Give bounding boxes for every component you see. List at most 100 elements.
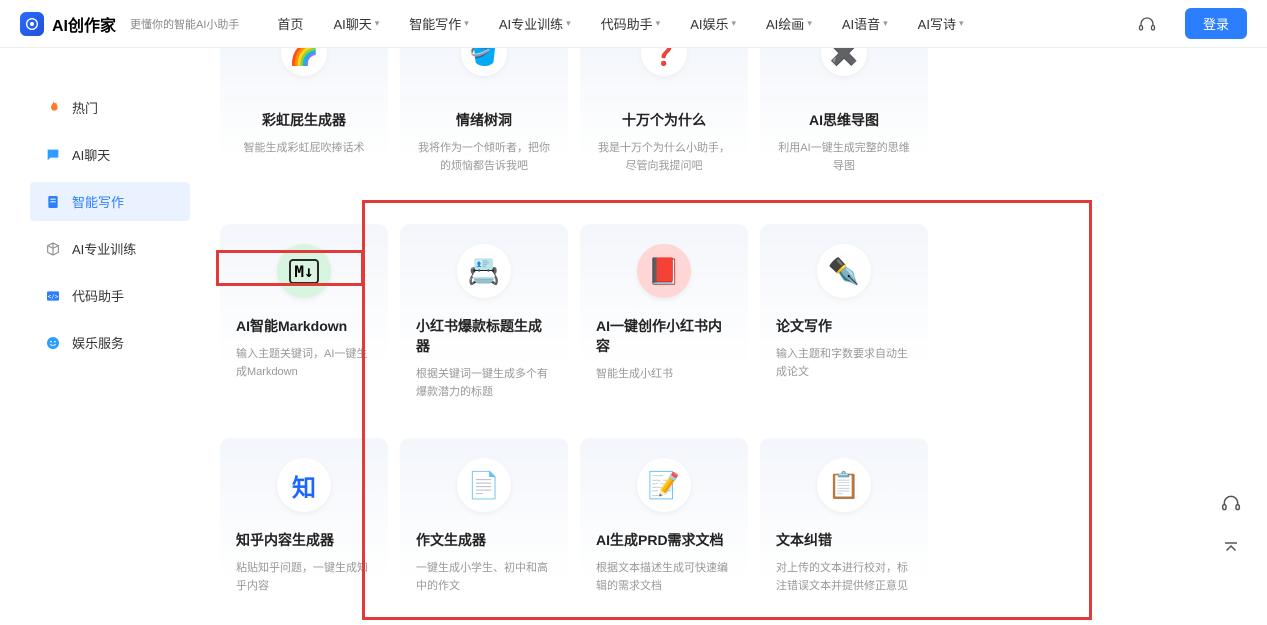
- sidebar: 热门 AI聊天智能写作 AI专业训练 </> 代码助手娱乐服务: [0, 48, 210, 625]
- top-card-3[interactable]: ✖️ AI思维导图利用AI一键生成完整的思维导图: [760, 48, 928, 212]
- nav-item-6[interactable]: AI绘画▾: [766, 14, 812, 33]
- card-title: 彩虹屁生成器: [236, 110, 372, 130]
- sidebar-item-label: 智能写作: [72, 192, 124, 211]
- nav-label: 代码助手: [601, 14, 653, 33]
- float-toolbar: [1215, 487, 1247, 565]
- svg-text:</>: </>: [48, 293, 59, 300]
- login-button[interactable]: 登录: [1185, 8, 1247, 39]
- sidebar-item-label: 娱乐服务: [72, 333, 124, 352]
- card-2[interactable]: 📕 AI一键创作小红书内容智能生成小红书: [580, 224, 748, 426]
- cube-icon: [44, 240, 62, 258]
- card-icon: ❓: [641, 48, 687, 76]
- nav-label: AI娱乐: [690, 14, 728, 33]
- chevron-down-icon: ▾: [731, 18, 736, 29]
- nav-item-4[interactable]: 代码助手▾: [601, 14, 661, 33]
- top-nav: 首页AI聊天▾智能写作▾AI专业训练▾代码助手▾AI娱乐▾AI绘画▾AI语音▾A…: [277, 14, 1129, 33]
- card-icon: ✖️: [821, 48, 867, 76]
- card-title: 作文生成器: [416, 530, 552, 550]
- support-icon[interactable]: [1137, 14, 1157, 34]
- sidebar-item-label: 热门: [72, 98, 98, 117]
- nav-item-0[interactable]: 首页: [277, 14, 303, 33]
- card-title: 论文写作: [776, 316, 912, 336]
- nav-label: AI绘画: [766, 14, 804, 33]
- card-desc: 利用AI一键生成完整的思维导图: [776, 140, 912, 175]
- card-title: 知乎内容生成器: [236, 530, 372, 550]
- sidebar-item-3[interactable]: AI专业训练: [30, 229, 190, 268]
- card-5[interactable]: 📄 作文生成器一键生成小学生、初中和高中的作文: [400, 438, 568, 625]
- card-0[interactable]: M↓AI智能Markdown输入主题关键词，AI一键生成Markdown: [220, 224, 388, 426]
- logo-icon: [20, 12, 44, 36]
- card-icon: 📇: [457, 244, 511, 298]
- sidebar-item-2[interactable]: 智能写作: [30, 182, 190, 221]
- card-icon: 📕: [637, 244, 691, 298]
- sidebar-item-label: 代码助手: [72, 286, 124, 305]
- content-area: 🌈 彩虹屁生成器智能生成彩虹屁吹捧话术 🪣 情绪树洞我将作为一个倾听者，把你的烦恼都告…: [210, 48, 1267, 625]
- nav-item-7[interactable]: AI语音▾: [842, 14, 888, 33]
- chevron-down-icon: ▾: [656, 18, 661, 29]
- top-card-0[interactable]: 🌈 彩虹屁生成器智能生成彩虹屁吹捧话术: [220, 48, 388, 212]
- nav-label: AI写诗: [918, 14, 956, 33]
- card-desc: 智能生成彩虹屁吹捧话术: [236, 140, 372, 158]
- card-desc: 我将作为一个倾听者，把你的烦恼都告诉我吧: [416, 140, 552, 175]
- float-support-icon[interactable]: [1215, 487, 1247, 519]
- top-card-2[interactable]: ❓ 十万个为什么我是十万个为什么小助手，尽管向我提问吧: [580, 48, 748, 212]
- chevron-down-icon: ▾: [464, 18, 469, 29]
- card-icon: ✒️: [817, 244, 871, 298]
- sidebar-item-label: AI聊天: [72, 145, 110, 164]
- card-desc: 输入主题和字数要求自动生成论文: [776, 346, 912, 381]
- card-6[interactable]: 📝 AI生成PRD需求文档根据文本描述生成可快速编辑的需求文档: [580, 438, 748, 625]
- sidebar-item-1[interactable]: AI聊天: [30, 135, 190, 174]
- card-icon: 🪣: [461, 48, 507, 76]
- card-title: 小红书爆款标题生成器: [416, 316, 552, 356]
- card-icon: 📄: [457, 458, 511, 512]
- card-title: 情绪树洞: [416, 110, 552, 130]
- card-7[interactable]: 📋 文本纠错对上传的文本进行校对，标注错误文本并提供修正意见: [760, 438, 928, 625]
- sidebar-item-4[interactable]: </> 代码助手: [30, 276, 190, 315]
- card-icon: 知: [277, 458, 331, 512]
- fire-icon: [44, 99, 62, 117]
- nav-label: AI聊天: [333, 14, 371, 33]
- header: AI创作家 更懂你的智能AI小助手 首页AI聊天▾智能写作▾AI专业训练▾代码助…: [0, 0, 1267, 48]
- card-1[interactable]: 📇 小红书爆款标题生成器根据关键词一键生成多个有爆款潜力的标题: [400, 224, 568, 426]
- scroll-top-icon[interactable]: [1215, 533, 1247, 565]
- card-desc: 一键生成小学生、初中和高中的作文: [416, 560, 552, 595]
- card-icon: 📋: [817, 458, 871, 512]
- chevron-down-icon: ▾: [566, 18, 571, 29]
- card-desc: 粘贴知乎问题，一键生成知乎内容: [236, 560, 372, 595]
- card-desc: 根据关键词一键生成多个有爆款潜力的标题: [416, 366, 552, 401]
- card-title: 文本纠错: [776, 530, 912, 550]
- card-4[interactable]: 知知乎内容生成器粘贴知乎问题，一键生成知乎内容: [220, 438, 388, 625]
- card-title: AI生成PRD需求文档: [596, 530, 732, 550]
- logo-text: AI创作家: [52, 12, 116, 36]
- chevron-down-icon: ▾: [959, 18, 964, 29]
- chat-icon: [44, 146, 62, 164]
- nav-item-3[interactable]: AI专业训练▾: [499, 14, 571, 33]
- card-title: AI思维导图: [776, 110, 912, 130]
- card-title: AI一键创作小红书内容: [596, 316, 732, 356]
- code-icon: </>: [44, 287, 62, 305]
- nav-item-1[interactable]: AI聊天▾: [333, 14, 379, 33]
- card-title: 十万个为什么: [596, 110, 732, 130]
- card-desc: 输入主题关键词，AI一键生成Markdown: [236, 346, 372, 381]
- card-desc: 对上传的文本进行校对，标注错误文本并提供修正意见: [776, 560, 912, 595]
- nav-label: AI语音: [842, 14, 880, 33]
- card-icon: 🌈: [281, 48, 327, 76]
- logo-subtitle: 更懂你的智能AI小助手: [130, 16, 239, 32]
- nav-label: 智能写作: [409, 14, 461, 33]
- card-3[interactable]: ✒️ 论文写作输入主题和字数要求自动生成论文: [760, 224, 928, 426]
- nav-item-2[interactable]: 智能写作▾: [409, 14, 469, 33]
- card-icon: M↓: [277, 244, 331, 298]
- top-card-1[interactable]: 🪣 情绪树洞我将作为一个倾听者，把你的烦恼都告诉我吧: [400, 48, 568, 212]
- card-desc: 智能生成小红书: [596, 366, 732, 384]
- sidebar-item-5[interactable]: 娱乐服务: [30, 323, 190, 362]
- nav-item-5[interactable]: AI娱乐▾: [690, 14, 736, 33]
- chevron-down-icon: ▾: [807, 18, 812, 29]
- card-desc: 我是十万个为什么小助手，尽管向我提问吧: [596, 140, 732, 175]
- nav-item-8[interactable]: AI写诗▾: [918, 14, 964, 33]
- doc-icon: [44, 193, 62, 211]
- card-icon: 📝: [637, 458, 691, 512]
- sidebar-item-0[interactable]: 热门: [30, 88, 190, 127]
- chevron-down-icon: ▾: [883, 18, 888, 29]
- nav-label: AI专业训练: [499, 14, 563, 33]
- card-desc: 根据文本描述生成可快速编辑的需求文档: [596, 560, 732, 595]
